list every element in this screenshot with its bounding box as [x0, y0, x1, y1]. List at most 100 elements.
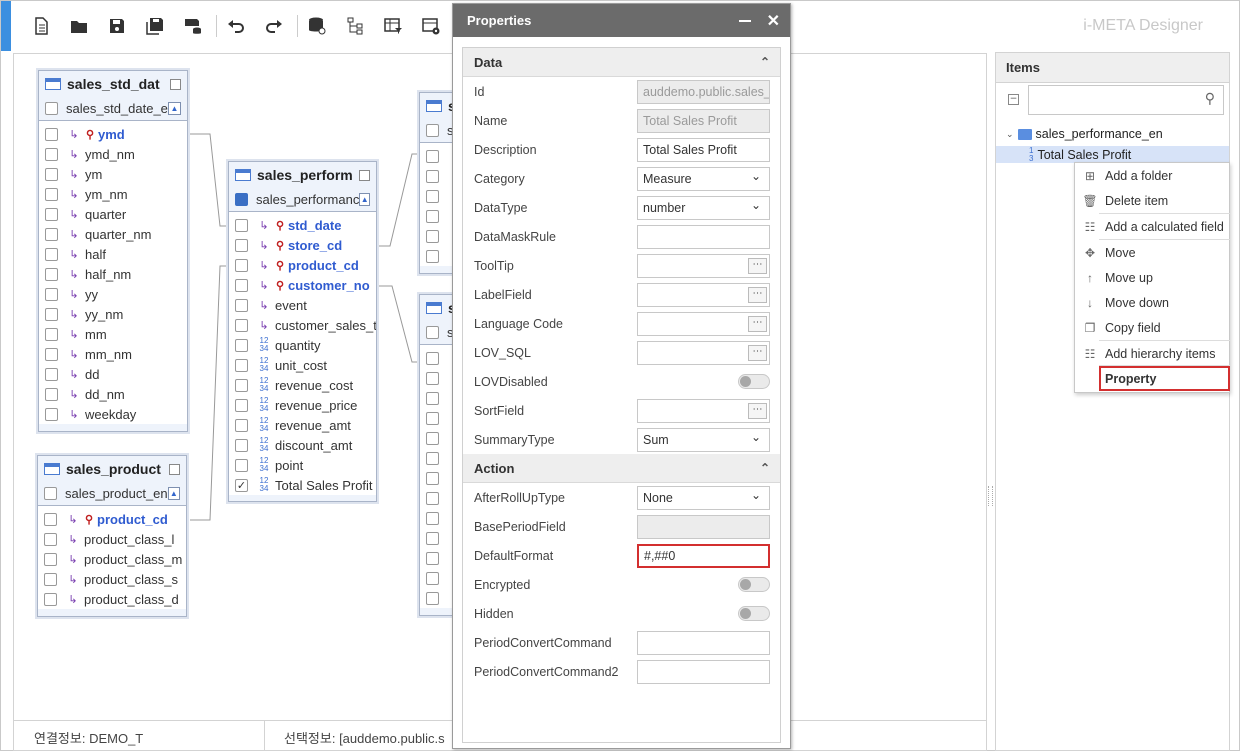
checkbox[interactable]: [44, 487, 57, 500]
checkbox[interactable]: [45, 267, 58, 281]
checkbox[interactable]: [235, 358, 248, 372]
checkbox[interactable]: ✓: [235, 478, 248, 492]
checkbox[interactable]: [45, 367, 58, 381]
checkbox[interactable]: [235, 438, 248, 452]
table-row[interactable]: 12 34 revenue_cost: [229, 375, 376, 395]
table-row[interactable]: 12 34 revenue_price: [229, 395, 376, 415]
checkbox[interactable]: [426, 189, 439, 203]
checkbox[interactable]: [235, 258, 248, 272]
ellipsis-button[interactable]: ⋯: [748, 257, 767, 274]
checkbox[interactable]: [45, 327, 58, 341]
section-data[interactable]: Data ⌃: [463, 48, 780, 77]
checkbox[interactable]: [45, 102, 58, 115]
checkbox[interactable]: [426, 169, 439, 183]
checkbox[interactable]: [426, 149, 439, 163]
checkbox[interactable]: [235, 238, 248, 252]
checkbox[interactable]: [235, 278, 248, 292]
checkbox[interactable]: [426, 491, 439, 505]
ellipsis-button[interactable]: ⋯: [748, 315, 767, 332]
checkbox[interactable]: [426, 371, 439, 385]
collapse-all-icon[interactable]: −: [1008, 94, 1019, 105]
ellipsis-button[interactable]: ⋯: [748, 344, 767, 361]
open-folder-icon[interactable]: [66, 13, 92, 39]
checkbox[interactable]: [235, 218, 248, 232]
checkbox[interactable]: [235, 458, 248, 472]
table-row[interactable]: ↳ event: [229, 295, 376, 315]
property-select[interactable]: number: [637, 195, 770, 220]
table-filter-icon[interactable]: [380, 13, 406, 39]
checkbox[interactable]: [45, 187, 58, 201]
menu-item[interactable]: Property: [1099, 366, 1230, 391]
property-input[interactable]: ⋯: [637, 398, 770, 423]
ellipsis-button[interactable]: ⋯: [748, 402, 767, 419]
table-row[interactable]: ↳ product_class_m: [38, 549, 186, 569]
property-select[interactable]: Measure: [637, 166, 770, 191]
checkbox[interactable]: [426, 531, 439, 545]
close-icon[interactable]: ✕: [767, 11, 780, 31]
property-input[interactable]: Total Sales Profit: [637, 137, 770, 162]
table-row[interactable]: 12 34 revenue_amt: [229, 415, 376, 435]
checkbox[interactable]: [44, 512, 57, 526]
property-input[interactable]: ⋯: [637, 311, 770, 336]
checkbox[interactable]: [426, 471, 439, 485]
property-select[interactable]: None: [637, 485, 770, 510]
search-icon[interactable]: ⚲: [1205, 91, 1215, 107]
checkbox[interactable]: [44, 552, 57, 566]
toggle-switch[interactable]: [738, 606, 770, 621]
checkbox[interactable]: [45, 127, 58, 141]
table-settings-icon[interactable]: [418, 13, 444, 39]
table-row[interactable]: ↳ product_class_l: [38, 529, 186, 549]
table-row[interactable]: ↳ ym_nm: [39, 184, 187, 204]
checkbox[interactable]: [45, 307, 58, 321]
property-input[interactable]: ⋯: [637, 253, 770, 278]
collapse-icon[interactable]: ▲: [359, 193, 370, 206]
table-row[interactable]: ↳ yy: [39, 284, 187, 304]
menu-item[interactable]: 🗑 Delete item: [1075, 188, 1231, 213]
table-row[interactable]: ↳ quarter_nm: [39, 224, 187, 244]
checkbox[interactable]: [44, 532, 57, 546]
checkbox[interactable]: [426, 591, 439, 605]
save-all-icon[interactable]: [142, 13, 168, 39]
table-row[interactable]: ↳ dd_nm: [39, 384, 187, 404]
checkbox[interactable]: [426, 571, 439, 585]
save-db-icon[interactable]: [180, 13, 206, 39]
table-row[interactable]: ↳ ymd_nm: [39, 144, 187, 164]
new-document-icon[interactable]: [28, 13, 54, 39]
table-row[interactable]: ↳ ⚲ store_cd: [229, 235, 376, 255]
ellipsis-button[interactable]: ⋯: [748, 286, 767, 303]
menu-item[interactable]: ✥ Move: [1075, 240, 1231, 265]
table-row[interactable]: ↳ half: [39, 244, 187, 264]
checkbox[interactable]: [426, 411, 439, 425]
redo-icon[interactable]: [261, 13, 287, 39]
checkbox[interactable]: [235, 318, 248, 332]
checkbox-partial[interactable]: [235, 193, 248, 206]
table-row[interactable]: ↳ ⚲ product_cd: [38, 509, 186, 529]
undo-icon[interactable]: [223, 13, 249, 39]
table-sales-perform[interactable]: sales_perform sales_performanc ▲ ↳ ⚲ std_da…: [228, 161, 377, 502]
checkbox[interactable]: [426, 124, 439, 137]
toggle-switch[interactable]: [738, 577, 770, 592]
table-row[interactable]: ↳ product_class_s: [38, 569, 186, 589]
table-row[interactable]: ↳ half_nm: [39, 264, 187, 284]
checkbox[interactable]: [426, 351, 439, 365]
checkbox[interactable]: [235, 398, 248, 412]
database-link-icon[interactable]: [304, 13, 330, 39]
menu-item[interactable]: ☷ Add hierarchy items: [1075, 341, 1231, 366]
chevron-up-icon[interactable]: ⌃: [760, 461, 770, 475]
table-row[interactable]: ↳ ⚲ std_date: [229, 215, 376, 235]
table-row[interactable]: ↳ ym: [39, 164, 187, 184]
checkbox[interactable]: [45, 227, 58, 241]
table-row[interactable]: ↳ ⚲ customer_no: [229, 275, 376, 295]
chevron-up-icon[interactable]: ⌃: [760, 55, 770, 69]
table-row[interactable]: ↳ product_class_d: [38, 589, 186, 609]
checkbox[interactable]: [235, 418, 248, 432]
table-sales-product[interactable]: sales_product sales_product_en ▲ ↳ ⚲ produc…: [37, 455, 187, 617]
checkbox[interactable]: [426, 229, 439, 243]
save-icon[interactable]: [104, 13, 130, 39]
table-row[interactable]: ↳ dd: [39, 364, 187, 384]
checkbox[interactable]: [44, 572, 57, 586]
table-row[interactable]: ↳ mm: [39, 324, 187, 344]
menu-item[interactable]: ↑ Move up: [1075, 265, 1231, 290]
tree-node-selected[interactable]: 1 3 Total Sales Profit: [996, 146, 1229, 163]
section-action[interactable]: Action ⌃: [463, 454, 780, 483]
